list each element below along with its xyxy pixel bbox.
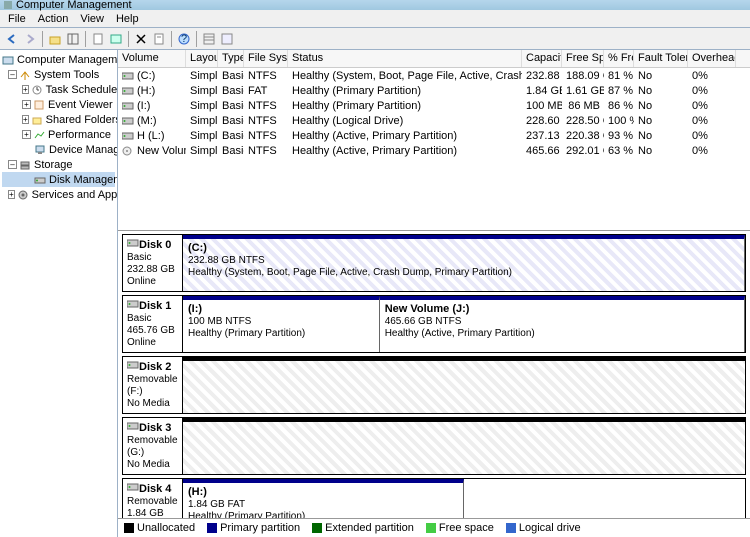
- prop2-icon[interactable]: [151, 31, 167, 47]
- vol-name: New Volume (J:): [137, 145, 186, 157]
- volume-row[interactable]: H (L:)SimpleBasicNTFSHealthy (Active, Pr…: [118, 128, 750, 143]
- disk-block: Disk 3Removable (G:)No Media: [122, 417, 746, 475]
- app-icon: [4, 1, 12, 9]
- vol-name: (C:): [137, 70, 155, 82]
- disk-label[interactable]: Disk 4Removable1.84 GBRead Only: [123, 479, 183, 518]
- partition[interactable]: New Volume (J:)465.66 GB NTFSHealthy (Ac…: [380, 296, 745, 352]
- col-fault[interactable]: Fault Tolerance: [634, 50, 688, 67]
- vol-name: H (L:): [137, 130, 165, 142]
- volume-row[interactable]: (C:)SimpleBasicNTFSHealthy (System, Boot…: [118, 68, 750, 83]
- col-pctfree[interactable]: % Free: [604, 50, 634, 67]
- drive-icon: [122, 86, 134, 96]
- volume-row[interactable]: New Volume (J:)SimpleBasicNTFSHealthy (A…: [118, 143, 750, 158]
- menu-file[interactable]: File: [4, 12, 34, 26]
- volume-row[interactable]: (H:)SimpleBasicFATHealthy (Primary Parti…: [118, 83, 750, 98]
- legend-primary: Primary partition: [220, 522, 300, 534]
- tree-root[interactable]: Computer Management (Local: [2, 52, 115, 67]
- menu-help[interactable]: Help: [112, 12, 147, 26]
- tree-event[interactable]: +Event Viewer: [2, 97, 115, 112]
- col-type[interactable]: Type: [218, 50, 244, 67]
- up-icon[interactable]: [47, 31, 63, 47]
- svg-text:?: ?: [181, 33, 187, 45]
- tree-diskmgmt[interactable]: Disk Management: [2, 172, 115, 187]
- disk-type-icon: [127, 422, 139, 434]
- window-title: Computer Management: [16, 0, 132, 11]
- drive-icon: [122, 131, 134, 141]
- refresh-icon[interactable]: [108, 31, 124, 47]
- properties-icon[interactable]: [90, 31, 106, 47]
- disk-block: Disk 1Basic465.76 GBOnline(I:)100 MB NTF…: [122, 295, 746, 353]
- vol-name: (I:): [137, 100, 150, 112]
- disk-type-icon: [127, 483, 139, 495]
- back-button[interactable]: [4, 31, 20, 47]
- tree-pane: Computer Management (Local –System Tools…: [0, 50, 118, 537]
- vol-name: (H:): [137, 85, 155, 97]
- drive-icon: [122, 116, 134, 126]
- menu-action[interactable]: Action: [34, 12, 77, 26]
- disk-label[interactable]: Disk 2Removable (F:)No Media: [123, 357, 183, 413]
- list-header: Volume Layout Type File System Status Ca…: [118, 50, 750, 68]
- disk-label[interactable]: Disk 0Basic232.88 GBOnline: [123, 235, 183, 291]
- legend-unalloc: Unallocated: [137, 522, 195, 534]
- disk-block: Disk 0Basic232.88 GBOnline(C:)232.88 GB …: [122, 234, 746, 292]
- tree-services[interactable]: +Services and Applications: [2, 187, 115, 202]
- legend-free: Free space: [439, 522, 494, 534]
- forward-button[interactable]: [22, 31, 38, 47]
- disk-block: Disk 2Removable (F:)No Media: [122, 356, 746, 414]
- disk-type-icon: [127, 361, 139, 373]
- legend-extended: Extended partition: [325, 522, 414, 534]
- partition[interactable]: (H:)1.84 GB FATHealthy (Primary Partitio…: [183, 479, 464, 518]
- view-detail-icon[interactable]: [219, 31, 235, 47]
- volume-list: Volume Layout Type File System Status Ca…: [118, 50, 750, 230]
- tree-storage[interactable]: –Storage: [2, 157, 115, 172]
- disk-type-icon: [127, 300, 139, 312]
- delete-icon[interactable]: [133, 31, 149, 47]
- disk-label[interactable]: Disk 1Basic465.76 GBOnline: [123, 296, 183, 352]
- legend: Unallocated Primary partition Extended p…: [118, 518, 750, 537]
- partition[interactable]: (I:)100 MB NTFSHealthy (Primary Partitio…: [183, 296, 380, 352]
- col-capacity[interactable]: Capacity: [522, 50, 562, 67]
- legend-logical: Logical drive: [519, 522, 581, 534]
- menu-bar: File Action View Help: [0, 10, 750, 28]
- show-hide-icon[interactable]: [65, 31, 81, 47]
- disk-label[interactable]: Disk 3Removable (G:)No Media: [123, 418, 183, 474]
- col-status[interactable]: Status: [288, 50, 522, 67]
- volume-row[interactable]: (M:)SimpleBasicNTFSHealthy (Logical Driv…: [118, 113, 750, 128]
- disk-block: Disk 4Removable1.84 GBRead Only(H:)1.84 …: [122, 478, 746, 518]
- disk-graphical-view: Disk 0Basic232.88 GBOnline(C:)232.88 GB …: [118, 230, 750, 518]
- col-layout[interactable]: Layout: [186, 50, 218, 67]
- partition[interactable]: (C:)232.88 GB NTFSHealthy (System, Boot,…: [183, 235, 745, 291]
- tree-task[interactable]: +Task Scheduler: [2, 82, 115, 97]
- view-list-icon[interactable]: [201, 31, 217, 47]
- drive-icon: [122, 146, 134, 156]
- col-overhead[interactable]: Overhead: [688, 50, 736, 67]
- help-icon[interactable]: ?: [176, 31, 192, 47]
- col-volume[interactable]: Volume: [118, 50, 186, 67]
- disk-type-icon: [127, 239, 139, 251]
- no-media-region[interactable]: [183, 357, 745, 413]
- title-bar: Computer Management: [0, 0, 750, 10]
- no-media-region[interactable]: [183, 418, 745, 474]
- menu-view[interactable]: View: [76, 12, 112, 26]
- tree-perf[interactable]: +Performance: [2, 127, 115, 142]
- drive-icon: [122, 101, 134, 111]
- volume-row[interactable]: (I:)SimpleBasicNTFSHealthy (Primary Part…: [118, 98, 750, 113]
- drive-icon: [122, 71, 134, 81]
- tree-systools[interactable]: –System Tools: [2, 67, 115, 82]
- tree-shared[interactable]: +Shared Folders: [2, 112, 115, 127]
- toolbar: ?: [0, 28, 750, 50]
- col-free[interactable]: Free Space: [562, 50, 604, 67]
- tree-devmgr[interactable]: Device Manager: [2, 142, 115, 157]
- vol-name: (M:): [137, 115, 157, 127]
- col-fs[interactable]: File System: [244, 50, 288, 67]
